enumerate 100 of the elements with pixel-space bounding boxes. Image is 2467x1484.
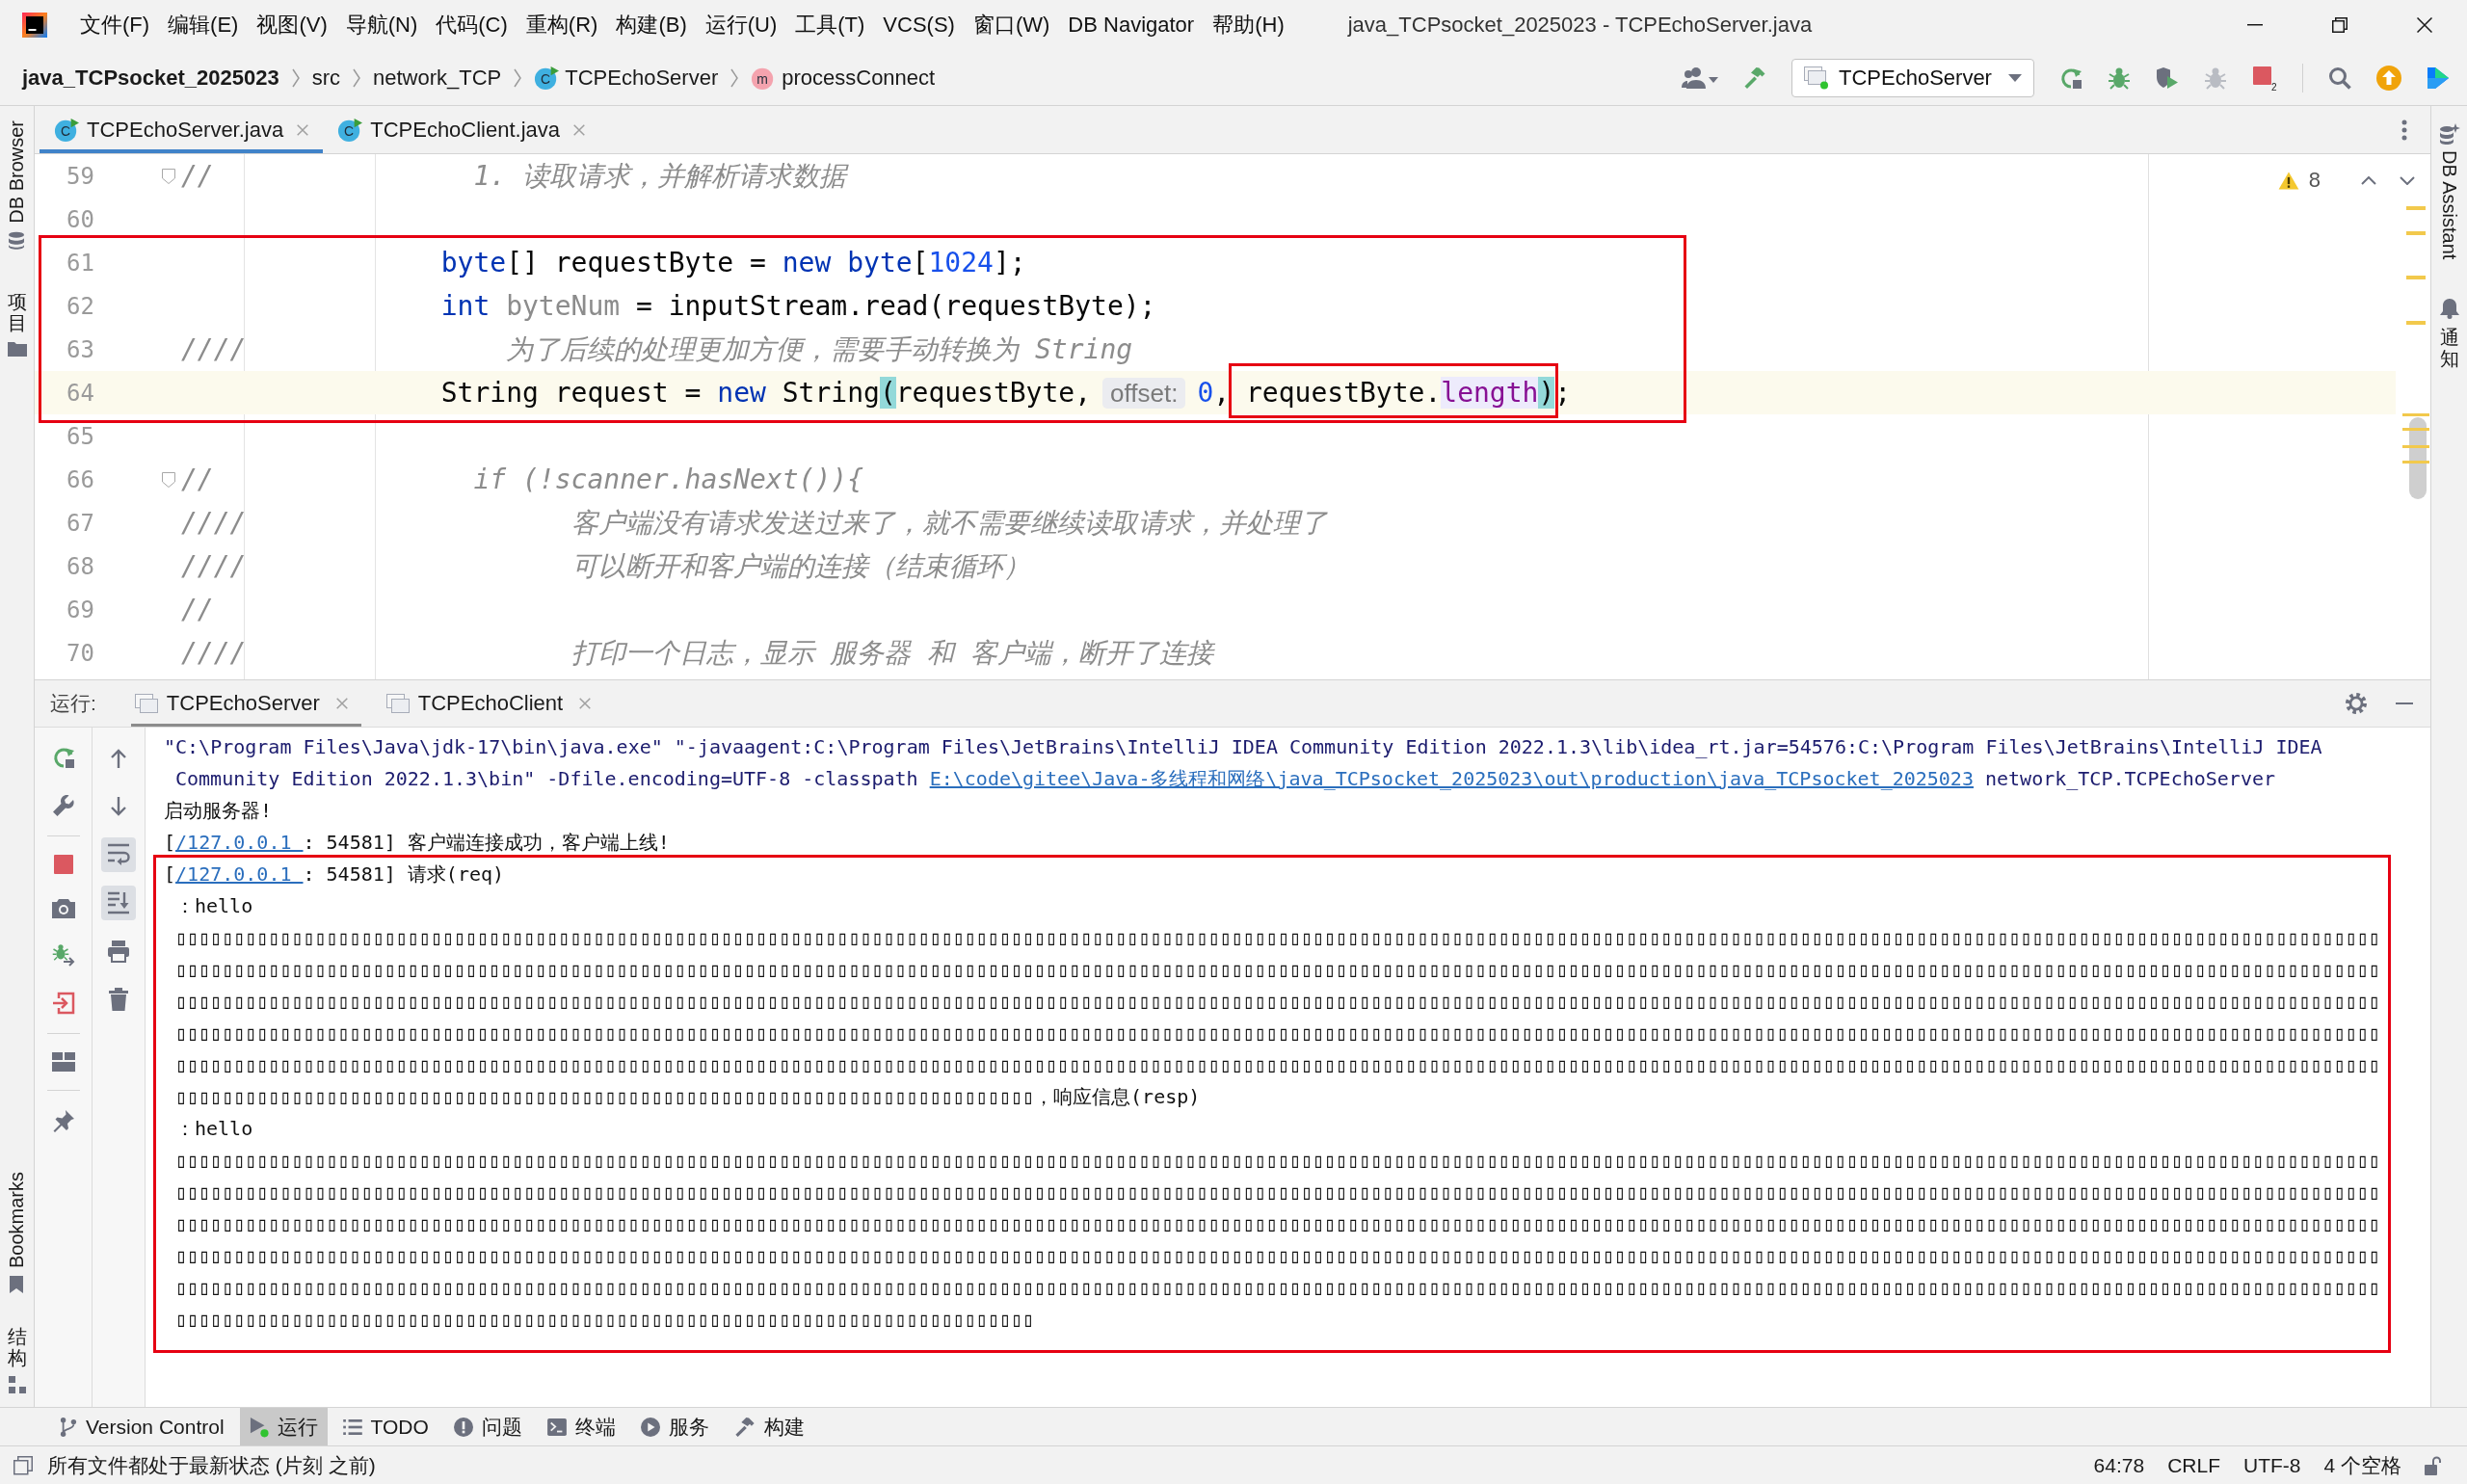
tool-window-button[interactable]: DB Browser [6,120,28,251]
layout-icon[interactable] [51,1052,75,1072]
menu-item[interactable]: 文件(F) [80,11,150,40]
console-link[interactable]: /127.0.0.1 [175,831,304,854]
menu-item[interactable]: 编辑(E) [168,11,239,40]
code-line: byte[] requestByte = new byte[1024]; [440,245,1026,280]
menu-item[interactable]: 帮助(H) [1212,11,1285,40]
people-icon[interactable] [1682,66,1718,90]
console-line: "C:\Program Files\Java\jdk-17\bin\java.exe" "-javaagent:C:\Program Files\JetBrains\IntelliJ IDEA Community Edition 2022.1.3\lib\idea_rt.jar=54576:C:\Program Files\JetBrains\IntelliJ IDEA [164,735,2322,758]
menu-item[interactable]: 视图(V) [256,11,328,40]
wrench-icon[interactable] [51,794,75,817]
settings-icon[interactable] [2346,693,2367,714]
chevron-right-icon [353,67,360,88]
status-item[interactable]: 4 个空格 [2323,1451,2401,1479]
plugin-logo-icon[interactable] [2427,66,2450,90]
menu-item[interactable]: 代码(C) [436,11,508,40]
bug-icon[interactable] [51,943,75,967]
restore-icon [2332,17,2348,33]
bug-icon[interactable] [2108,66,2131,90]
console-link[interactable]: E:\code\gitee\Java-多线程和网络\java_TCPsocket_2025023\out\production\java_TCPsocket_2025023 [929,767,1974,790]
menu-item[interactable]: 重构(R) [525,11,598,40]
tool-window-tab[interactable]: 问题 [443,1408,532,1445]
more-icon[interactable] [2401,119,2407,141]
console-link[interactable]: /127.0.0.1 [175,862,304,886]
soft-wrap-icon[interactable] [101,837,136,872]
lock-icon[interactable] [2425,1455,2442,1475]
console-line: ▯▯▯▯▯▯▯▯▯▯▯▯▯▯▯▯▯▯▯▯▯▯▯▯▯▯▯▯▯▯▯▯▯▯▯▯▯▯▯▯▯▯▯▯▯▯▯▯▯▯▯▯▯▯▯▯▯▯▯▯▯▯▯▯▯▯▯▯▯▯▯▯▯▯▯▯▯▯▯▯▯▯▯▯▯▯▯▯▯▯▯▯▯▯▯▯▯▯▯▯▯▯▯▯▯▯▯▯▯▯▯▯▯▯▯▯▯▯▯▯▯▯▯▯▯▯▯▯▯▯▯▯▯▯▯▯▯▯▯▯▯▯▯▯▯▯▯▯▯▯▯▯▯▯▯▯▯▯▯▯▯▯▯▯▯▯▯▯▯▯▯▯▯▯▯▯▯▯▯▯▯▯▯▯▯▯▯▯▯▯▯▯▯▯▯▯▯▯▯▯▯▯▯▯▯▯▯▯▯▯▯▯▯▯▯▯▯▯▯▯▯▯▯▯▯▯▯▯▯▯▯▯▯▯▯▯▯▯▯▯▯▯▯▯▯▯▯▯▯▯▯▯▯▯▯▯▯▯▯▯▯▯▯▯▯▯▯▯▯▯▯▯▯▯▯▯▯▯▯▯▯▯▯▯▯▯▯▯▯▯▯▯▯▯▯▯▯▯▯▯▯▯▯▯▯▯▯▯▯▯▯▯▯▯▯▯▯▯▯▯▯▯▯▯▯▯▯▯▯▯▯▯▯▯▯▯▯▯▯▯▯▯▯▯▯▯▯▯▯▯▯▯▯▯▯▯▯▯▯▯▯▯▯▯▯▯▯▯▯▯▯▯▯▯▯▯▯▯▯▯▯▯▯▯▯▯▯▯▯▯▯▯▯▯▯▯▯▯▯▯▯▯▯▯▯▯▯▯▯▯▯▯▯▯▯▯▯▯▯▯▯▯▯▯▯▯▯▯▯▯▯▯▯▯▯▯▯▯▯▯▯▯▯▯▯▯▯▯▯▯▯▯▯▯▯▯▯▯▯▯▯▯▯▯▯▯▯▯▯▯▯▯▯▯▯▯▯▯▯▯▯▯▯▯▯▯▯▯▯▯▯▯▯▯▯▯▯▯▯▯▯▯▯▯▯▯▯▯▯▯▯▯▯▯▯▯▯▯▯▯▯▯▯▯▯▯▯▯▯▯▯▯▯▯▯▯▯▯▯▯▯▯▯▯▯▯▯▯▯▯▯▯▯▯▯▯▯▯▯▯▯▯▯▯▯▯▯▯▯▯▯▯▯▯▯▯▯▯▯▯▯▯▯▯▯▯▯▯▯▯▯▯▯▯▯▯▯▯▯▯▯▯▯▯▯▯▯▯▯▯▯▯▯▯▯▯▯▯▯▯▯▯▯▯▯▯▯▯▯▯▯▯▯▯▯▯▯▯▯▯▯▯▯▯▯▯▯▯▯▯▯▯▯▯▯▯▯▯▯▯▯▯▯▯▯▯▯▯▯▯▯▯▯▯▯▯▯▯▯▯▯▯▯▯▯▯▯▯▯▯▯▯▯▯▯▯▯▯▯▯▯▯▯▯▯▯▯▯▯▯▯▯▯▯▯▯▯▯▯▯▯▯▯▯▯▯▯▯▯▯▯▯▯▯▯▯▯▯▯▯▯▯▯▯▯▯▯▯▯▯▯▯▯▯▯▯▯▯▯▯▯▯▯▯▯▯▯▯▯▯▯▯▯▯▯▯▯▯▯▯▯▯▯▯▯▯▯▯▯▯▯▯▯▯▯▯▯▯▯▯▯▯▯▯▯▯▯▯▯▯▯▯▯▯▯▯▯▯▯▯▯▯▯▯▯▯▯▯▯▯▯▯▯▯▯▯▯▯▯▯▯▯▯▯▯▯▯▯▯▯▯▯▯▯▯▯▯▯▯▯▯▯▯▯▯▯▯▯▯▯▯▯▯▯▯▯▯▯▯▯▯▯▯▯▯▯▯▯▯▯▯▯▯▯▯▯▯▯▯▯▯▯▯▯▯▯▯▯▯▯▯▯▯▯▯▯▯▯▯▯▯▯▯▯▯▯▯▯▯▯▯▯▯▯▯▯▯▯▯▯▯▯▯▯▯▯▯▯▯▯▯▯▯▯▯▯▯▯▯▯▯▯▯▯▯▯▯▯▯▯▯▯▯▯▯▯▯▯▯▯▯▯▯▯▯▯▯▯▯▯▯▯▯▯▯▯▯▯▯▯▯▯▯▯▯▯▯▯▯▯▯▯▯▯▯▯▯▯▯▯▯▯▯▯ [175,1149,2380,1331]
structure-icon [8,1376,26,1393]
tool-window-button[interactable]: DB Assistant [2438,123,2460,260]
menu-item[interactable]: DB Navigator [1068,13,1195,38]
chevron-right-icon [730,67,739,88]
stop-icon[interactable] [53,855,73,874]
menu-item[interactable]: 工具(T) [795,11,865,40]
tool-window-tab[interactable]: TODO [332,1408,438,1445]
panel-icon[interactable] [13,1455,33,1475]
run-tab[interactable]: TCPEchoClient [382,680,605,727]
line-number: 67 [66,509,95,537]
app-logo-icon[interactable] [22,13,47,38]
status-item[interactable]: CRLF [2167,1453,2220,1477]
fold-icon[interactable] [162,471,175,488]
console-line: ：hello [175,1117,253,1140]
line-number: 59 [66,162,95,190]
line-number: 62 [66,292,95,320]
tool-window-tab[interactable]: Version Control [50,1408,234,1445]
chevron-right-icon [291,67,300,88]
menu-item[interactable]: VCS(S) [883,13,955,38]
hammer-icon [733,1416,756,1438]
tool-window-button[interactable]: 项目 [7,290,27,357]
breadcrumb-item[interactable]: network_TCP [373,65,502,91]
tool-window-tab[interactable]: 服务 [630,1408,719,1445]
tool-window-tab[interactable]: 运行 [239,1408,328,1445]
menu-item[interactable]: 窗口(W) [972,11,1050,40]
run-config-dropdown[interactable]: TCPEchoServer [1791,58,2034,97]
camera-icon[interactable] [51,899,75,918]
breadcrumb-item[interactable]: src [311,65,340,91]
close-icon[interactable] [297,123,309,136]
editor-tab[interactable]: C TCPEchoClient.java [323,106,600,153]
bookmark-icon [10,1276,24,1293]
close-icon[interactable] [335,698,348,709]
breadcrumb-item[interactable]: java_TCPsocket_2025023 [22,65,279,91]
warning-icon[interactable] [2277,171,2299,190]
tool-window-tab[interactable]: 终端 [537,1408,625,1445]
code-line: // if (!scanner.hasNext()){ [181,462,863,497]
menu-item[interactable]: 运行(U) [704,11,778,40]
shield-run-icon[interactable] [2156,66,2179,90]
chevron-up-icon[interactable] [2361,175,2376,185]
search-icon[interactable] [2328,66,2351,90]
editor-tab[interactable]: C TCPEchoServer.java [40,106,324,153]
breadcrumb-item[interactable]: C TCPEchoServer [534,65,719,91]
play-icon [249,1416,269,1438]
scrollbar-thumb[interactable] [2409,417,2427,499]
chevron-down-icon[interactable] [2400,175,2415,185]
close-icon[interactable] [573,123,586,136]
exclamation-icon [453,1417,473,1437]
tool-window-button[interactable]: 通知 [2439,298,2459,370]
line-number: 63 [66,335,95,363]
scroll-to-end-icon[interactable] [101,886,136,920]
tool-window-button[interactable]: 结构 [7,1326,27,1393]
tool-window-button[interactable]: Bookmarks [6,1171,28,1293]
menu-item[interactable]: 导航(N) [345,11,418,40]
pin-icon[interactable] [51,1109,75,1132]
line-number: 60 [66,205,95,233]
status-item[interactable]: 64:78 [2093,1453,2145,1477]
code-line: // [181,592,214,627]
breadcrumb-item[interactable]: m processConnect [751,65,936,91]
database-icon [7,230,27,251]
run-tab[interactable]: TCPEchoServer [130,680,361,727]
rerun-icon[interactable] [51,746,75,769]
tool-window-tab[interactable]: 构建 [724,1408,814,1445]
close-icon[interactable] [579,698,592,709]
hammer-icon[interactable] [1743,66,1766,90]
caret-icon [2008,73,2022,82]
code-line: int byteNum = inputStream.read(requestByte); [440,288,1156,324]
class-icon: C [54,117,79,143]
exit-icon[interactable] [51,992,75,1015]
warning-count[interactable]: 8 [2308,168,2321,193]
status-item[interactable]: UTF-8 [2243,1453,2301,1477]
menu-item[interactable]: 构建(B) [616,11,687,40]
update-icon[interactable] [2376,65,2401,91]
fold-icon[interactable] [162,168,175,184]
